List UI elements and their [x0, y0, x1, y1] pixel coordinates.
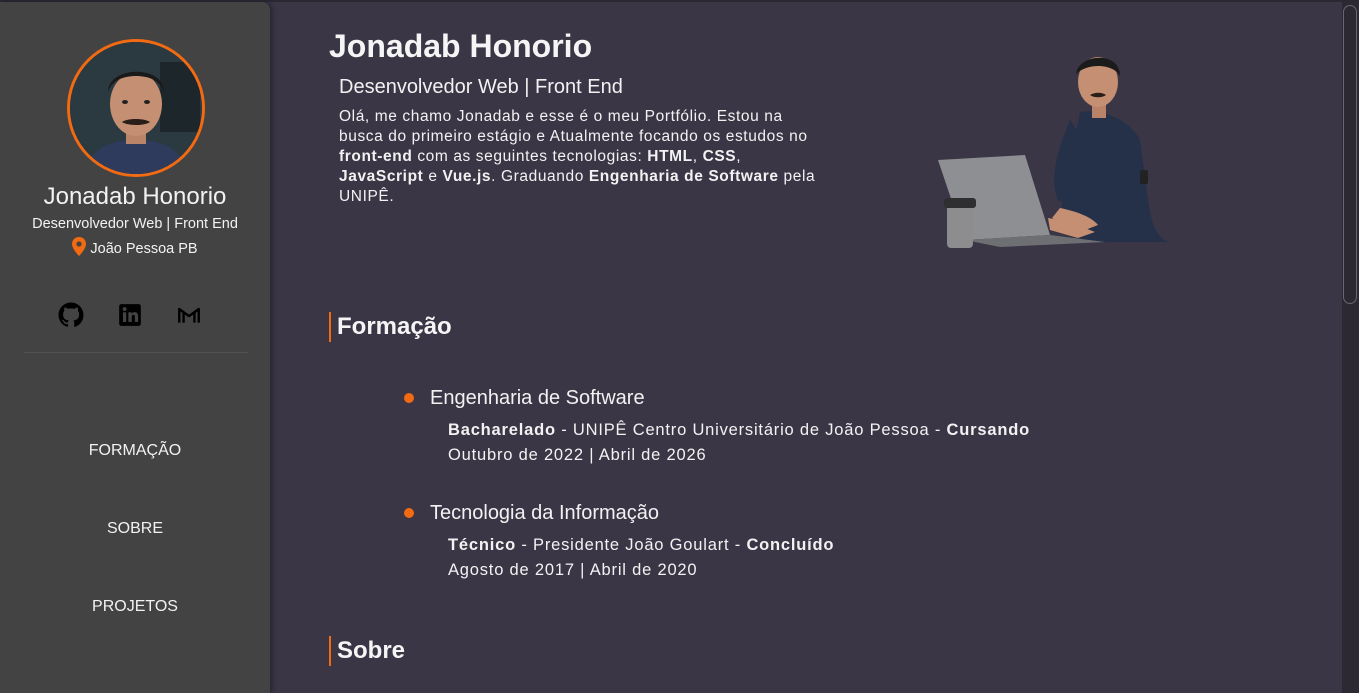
main-content: Jonadab Honorio Desenvolvedor Web | Fron…	[270, 2, 1342, 693]
education-details: Bacharelado - UNIPÊ Centro Universitário…	[448, 421, 1030, 439]
avatar	[67, 39, 205, 177]
intro-text: Olá, me chamo Jonadab e esse é o meu Por…	[339, 108, 816, 205]
map-pin-icon	[72, 237, 87, 260]
education-course: Tecnologia da Informação	[430, 502, 660, 524]
section-title-sobre: Sobre	[329, 636, 405, 666]
education-details: Técnico - Presidente João Goulart - Conc…	[448, 536, 835, 554]
page-subtitle: Desenvolvedor Web | Front End	[339, 76, 623, 98]
gmail-icon[interactable]	[176, 302, 202, 328]
sidebar: Jonadab Honorio Desenvolvedor Web | Fron…	[0, 2, 270, 693]
section-title-formacao: Formação	[329, 312, 452, 342]
github-icon[interactable]	[58, 302, 84, 328]
linkedin-icon[interactable]	[117, 302, 143, 328]
education-course: Engenharia de Software	[430, 387, 645, 409]
page-title: Jonadab Honorio	[329, 28, 593, 64]
scrollbar-thumb[interactable]	[1343, 5, 1357, 304]
nav-formacao[interactable]: FORMAÇÃO	[0, 442, 270, 460]
sidebar-location-text: João Pessoa PB	[90, 241, 198, 257]
nav-sobre[interactable]: SOBRE	[0, 520, 270, 538]
sidebar-name: Jonadab Honorio	[43, 183, 227, 210]
sidebar-role: Desenvolvedor Web | Front End	[32, 216, 238, 232]
nav-projetos[interactable]: PROJETOS	[0, 598, 270, 616]
sidebar-location: João Pessoa PB	[0, 237, 270, 260]
hero-photo	[930, 50, 1180, 255]
education-period: Agosto de 2017 | Abril de 2020	[448, 561, 698, 579]
social-links	[58, 302, 202, 328]
education-period: Outubro de 2022 | Abril de 2026	[448, 446, 707, 464]
sidebar-divider	[24, 352, 248, 353]
bullet-icon	[404, 393, 414, 403]
bullet-icon	[404, 508, 414, 518]
